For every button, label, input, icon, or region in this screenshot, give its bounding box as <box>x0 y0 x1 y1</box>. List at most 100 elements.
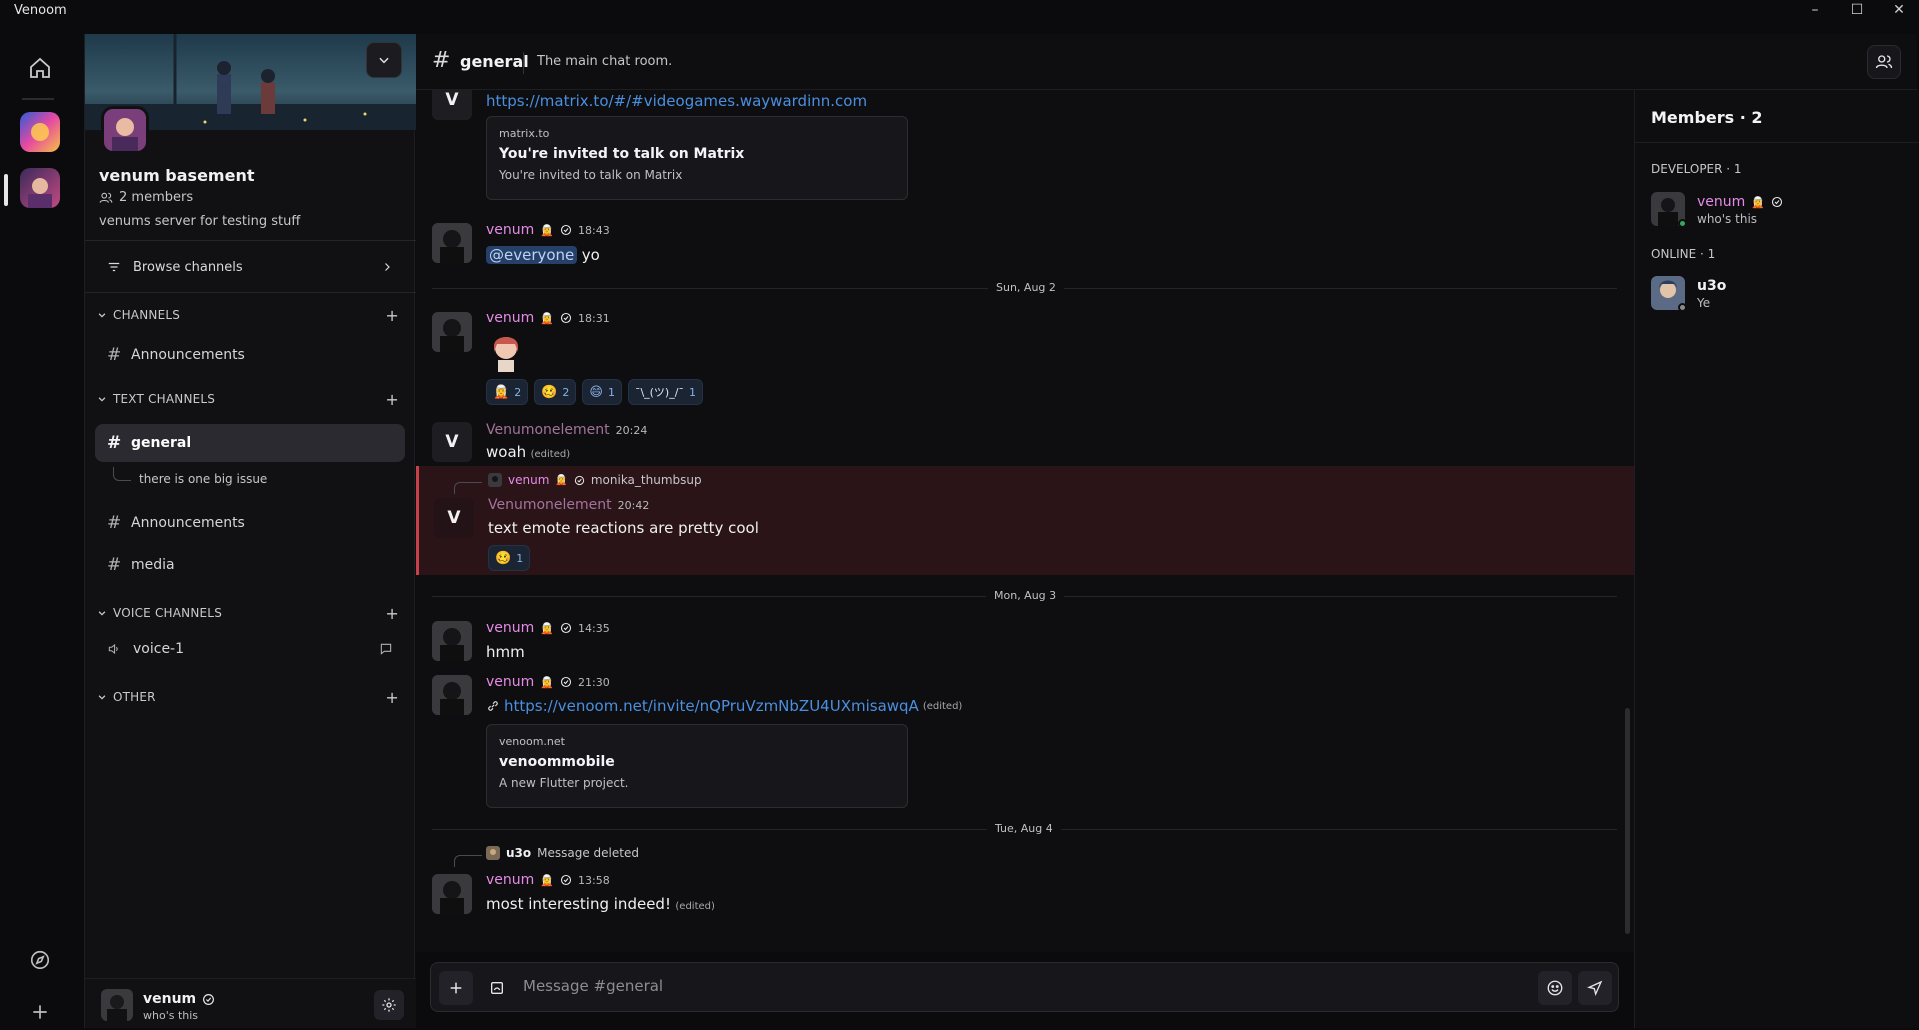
toggle-members-button[interactable] <box>1867 45 1901 79</box>
reply-text: Message deleted <box>537 846 639 860</box>
reaction-chip[interactable]: 🥴 2 <box>534 379 577 405</box>
message-time: 18:43 <box>578 223 610 237</box>
channel-voice-1[interactable]: voice-1 <box>95 630 405 668</box>
link-embed[interactable]: matrix.to You're invited to talk on Matr… <box>486 116 908 200</box>
member-row-u3o[interactable]: u3o Ye <box>1651 276 1901 316</box>
avatar[interactable] <box>432 874 472 914</box>
reply-reference[interactable]: venum 🧝 monika_thumbsup <box>488 473 702 487</box>
message-header: venum 🧝 21:30 <box>486 674 610 690</box>
hash-icon: # <box>107 513 122 533</box>
chevron-down-icon <box>98 611 106 616</box>
filter-icon <box>108 262 120 272</box>
browse-channels-button[interactable]: Browse channels <box>97 249 403 285</box>
chevron-down-icon <box>98 313 106 318</box>
link-embed[interactable]: venoom.net venoommobile A new Flutter pr… <box>486 724 908 808</box>
message-input[interactable]: Message #general <box>523 977 663 995</box>
emoji-icon <box>1547 980 1563 996</box>
sticker-image[interactable] <box>488 332 524 372</box>
maximize-button[interactable]: ☐ <box>1834 0 1880 20</box>
category-text-channels[interactable]: TEXT CHANNELS + <box>97 388 407 410</box>
add-channel-button[interactable]: + <box>385 390 399 409</box>
explore-button[interactable] <box>22 942 58 978</box>
server-name: venum basement <box>99 166 255 185</box>
mention[interactable]: @everyone <box>486 246 578 264</box>
badge-icon: 🧝 <box>540 223 554 237</box>
date-label: Tue, Aug 4 <box>987 822 1061 835</box>
member-count-label: 2 members <box>119 190 194 205</box>
embed-site: matrix.to <box>499 127 550 140</box>
chevron-down-icon <box>98 695 106 700</box>
embed-title: You're invited to talk on Matrix <box>499 146 745 162</box>
add-channel-button[interactable]: + <box>385 688 399 707</box>
reaction-chip[interactable]: 🥴 1 <box>488 545 531 571</box>
channel-label: Announcements <box>131 515 245 531</box>
members-icon <box>1875 55 1893 69</box>
avatar[interactable] <box>432 312 472 352</box>
channel-title: general <box>460 52 529 71</box>
member-name: venum <box>1697 194 1746 210</box>
channel-header: # general The main chat room. <box>416 34 1917 90</box>
avatar[interactable] <box>101 989 133 1021</box>
reply-reference[interactable]: u3o Message deleted <box>486 846 639 860</box>
chat-bubble-icon[interactable] <box>379 642 393 656</box>
channel-announcements[interactable]: # Announcements <box>95 504 405 542</box>
thread-item[interactable]: there is one big issue <box>139 472 267 486</box>
message-header: Venumonelement 20:24 <box>486 422 647 438</box>
category-other[interactable]: OTHER + <box>97 686 407 708</box>
message-time: 20:42 <box>617 498 650 512</box>
message-author[interactable]: venum <box>486 872 534 888</box>
home-button[interactable] <box>22 50 58 86</box>
avatar[interactable] <box>432 223 472 263</box>
message-author[interactable]: Venumonelement <box>488 497 612 513</box>
plus-icon <box>450 982 462 994</box>
message-author[interactable]: venum <box>486 222 534 238</box>
channel-announcements-top[interactable]: # Announcements <box>95 336 405 374</box>
emoji-button[interactable] <box>1538 971 1572 1005</box>
send-icon <box>1587 980 1603 996</box>
embed-title: venoommobile <box>499 754 615 770</box>
reaction-bar: 🥴 1 <box>488 545 531 571</box>
hash-icon: # <box>432 48 451 73</box>
close-window-button[interactable]: ✕ <box>1876 0 1919 20</box>
server-avatar <box>101 106 149 154</box>
header-divider <box>523 52 524 74</box>
avatar[interactable] <box>432 675 472 715</box>
avatar[interactable]: V <box>434 498 474 538</box>
channel-general[interactable]: # general <box>95 424 405 462</box>
category-voice-channels[interactable]: VOICE CHANNELS + <box>97 602 407 624</box>
message-scrollbar[interactable] <box>1625 708 1630 934</box>
message-author[interactable]: venum <box>486 674 534 690</box>
server-menu-button[interactable] <box>366 42 402 78</box>
server-icon-games[interactable] <box>20 112 60 152</box>
edited-tag: (edited) <box>530 449 571 460</box>
category-channels[interactable]: CHANNELS + <box>97 304 407 326</box>
message-text: woah <box>486 443 527 461</box>
reaction-chip[interactable]: 🧝 2 <box>486 379 529 405</box>
add-attachment-button[interactable] <box>439 971 473 1005</box>
message-author[interactable]: Venumonelement <box>486 422 610 438</box>
verified-icon <box>560 622 572 634</box>
message-author[interactable]: venum <box>486 310 534 326</box>
message-link[interactable]: https://venoom.net/invite/nQPruVzmNbZU4U… <box>504 697 919 715</box>
member-name: u3o <box>1697 278 1727 294</box>
date-label: Sun, Aug 2 <box>988 281 1064 294</box>
minimize-button[interactable]: – <box>1792 0 1838 20</box>
add-channel-button[interactable]: + <box>385 604 399 623</box>
add-channel-button[interactable]: + <box>385 306 399 325</box>
sticker-button[interactable] <box>480 971 514 1005</box>
thread-connector <box>113 467 131 481</box>
avatar[interactable]: V <box>432 422 472 462</box>
member-row-venum[interactable]: venum 🧝 who's this <box>1651 192 1901 232</box>
reaction-chip[interactable]: 😄 1 <box>582 379 622 405</box>
compass-icon <box>30 950 50 970</box>
channel-media[interactable]: # media <box>95 546 405 584</box>
user-settings-button[interactable] <box>374 990 404 1020</box>
avatar[interactable] <box>432 621 472 661</box>
reaction-chip[interactable]: ¯\_(ツ)_/¯ 1 <box>627 379 703 405</box>
add-server-button[interactable] <box>22 994 58 1030</box>
message-link[interactable]: https://matrix.to/#/#videogames.waywardi… <box>486 92 867 110</box>
server-icon-venum-basement[interactable] <box>20 168 60 208</box>
message-author[interactable]: venum <box>486 620 534 636</box>
embed-description: A new Flutter project. <box>499 776 629 790</box>
send-button[interactable] <box>1578 971 1612 1005</box>
